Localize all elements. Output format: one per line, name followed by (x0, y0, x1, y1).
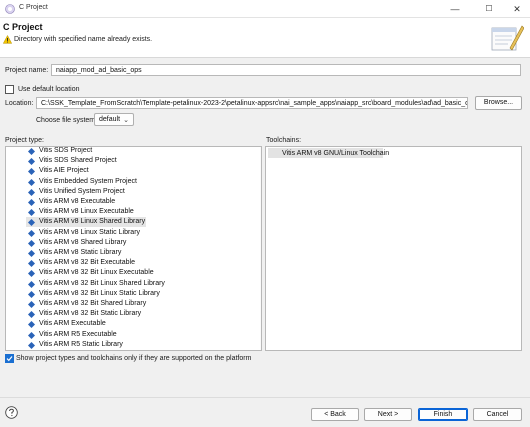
project-type-arrow-icon (28, 280, 35, 288)
project-type-item-label: Vitis ARM v8 32 Bit Shared Library (39, 300, 147, 307)
project-type-arrow-icon (28, 290, 35, 298)
project-type-scrollbar[interactable] (260, 147, 262, 350)
project-type-arrow-icon (28, 209, 35, 217)
minimize-button[interactable]: — (440, 0, 470, 18)
project-type-arrow-icon (28, 239, 35, 247)
file-system-selected: default (99, 116, 121, 123)
show-supported-checkbox[interactable] (5, 354, 14, 363)
project-name-input[interactable]: naiapp_mod_ad_basic_ops (51, 64, 521, 76)
project-type-item-label: Vitis ARM v8 Linux Static Library (39, 228, 141, 236)
project-type-item-label: Vitis SDS Shared Project (39, 157, 117, 165)
cancel-button[interactable]: Cancel (473, 408, 522, 421)
project-type-arrow-icon (28, 178, 35, 186)
project-type-arrow-icon (28, 219, 35, 227)
project-type-arrow-icon (28, 168, 35, 176)
project-type-item-label: Vitis AIE Project (39, 167, 89, 175)
toolchain-item-label: Vitis ARM v8 GNU/Linux Toolchain (282, 150, 390, 157)
project-type-item-label: Vitis ARM v8 Linux Executable (39, 208, 134, 216)
show-supported-label: Show project types and toolchains only i… (16, 355, 252, 362)
toolchains-label: Toolchains: (266, 137, 302, 144)
project-type-arrow-icon (28, 331, 35, 339)
project-type-arrow-icon (28, 341, 35, 349)
location-input[interactable]: C:\SSK_Template_FromScratch\Template-pet… (36, 97, 468, 109)
project-type-item-label: Vitis ARM R5 Executable (39, 330, 117, 338)
chevron-down-icon: ⌄ (123, 117, 129, 124)
finish-button[interactable]: Finish (418, 408, 468, 421)
project-type-item-label: Vitis ARM v8 32 Bit Linux Executable (39, 269, 154, 277)
project-type-arrow-icon (28, 148, 35, 155)
project-type-item-label: Vitis ARM Executable (39, 320, 106, 328)
project-type-arrow-icon (28, 321, 35, 329)
toolchain-item[interactable]: Vitis ARM v8 GNU/Linux Toolchain (268, 148, 389, 158)
project-type-item-label: Vitis SDS Project (39, 147, 93, 154)
scrollbar-thumb[interactable] (261, 213, 262, 347)
next-button[interactable]: Next > (364, 408, 412, 421)
project-type-item-label: Vitis ARM v8 32 Bit Linux Static Library (39, 289, 160, 297)
window-titlebar[interactable]: C Project — ☐ ✕ (0, 0, 530, 18)
wizard-banner-icon (491, 25, 524, 51)
eclipse-app-icon (5, 4, 15, 14)
project-type-arrow-icon (28, 311, 35, 319)
project-type-item-label: Vitis ARM v8 32 Bit Executable (39, 259, 135, 267)
warning-icon (3, 35, 12, 44)
use-default-location-label: Use default location (18, 86, 80, 93)
project-type-arrow-icon (28, 250, 35, 257)
file-system-dropdown[interactable]: default ⌄ (94, 113, 134, 126)
project-type-item-label: Vitis ARM v8 Linux Shared Library (39, 218, 146, 226)
use-default-location-checkbox[interactable] (5, 85, 14, 94)
project-type-item-label: Vitis ARM v8 Executable (39, 198, 116, 205)
project-type-arrow-icon (28, 270, 35, 278)
browse-button[interactable]: Browse... (475, 96, 522, 110)
footer-divider (0, 397, 530, 398)
project-type-item-label: Vitis ARM v8 Static Library (39, 249, 122, 256)
file-system-label: Choose file system: (36, 117, 98, 124)
maximize-button[interactable]: ☐ (474, 0, 504, 18)
window-title: C Project (19, 4, 48, 11)
help-icon[interactable] (5, 406, 18, 419)
project-type-item-label: Vitis ARM v8 32 Bit Linux Shared Library (39, 279, 165, 287)
checkmark-icon (6, 356, 13, 362)
project-type-arrow-icon (28, 301, 35, 308)
project-type-arrow-icon (28, 199, 35, 206)
toolchains-list[interactable]: Vitis ARM v8 GNU/Linux Toolchain (265, 146, 522, 351)
page-title: C Project (3, 22, 43, 32)
project-type-item-label: Vitis ARM v8 Shared Library (39, 238, 127, 246)
project-type-arrow-icon (28, 158, 35, 166)
project-type-label: Project type: (5, 137, 44, 144)
project-type-item-label: Vitis Unified System Project (39, 187, 125, 195)
error-message: Directory with specified name already ex… (14, 36, 153, 43)
close-button[interactable]: ✕ (502, 0, 530, 18)
project-type-item-label: Vitis Embedded System Project (39, 177, 137, 185)
project-name-label: Project name: (5, 67, 49, 74)
project-type-arrow-icon (28, 229, 35, 237)
project-type-item-label: Vitis ARM R5 Static Library (39, 340, 123, 348)
project-type-tree[interactable]: Vitis SDS Project Vitis SDS Shared Projec… (5, 146, 262, 351)
project-type-item-label: Vitis ARM v8 32 Bit Static Library (39, 310, 142, 318)
project-type-arrow-icon (28, 188, 35, 196)
location-label: Location: (5, 100, 34, 107)
project-type-arrow-icon (28, 260, 35, 268)
back-button[interactable]: < Back (311, 408, 359, 421)
wizard-header: C Project Directory with specified name … (0, 18, 530, 58)
